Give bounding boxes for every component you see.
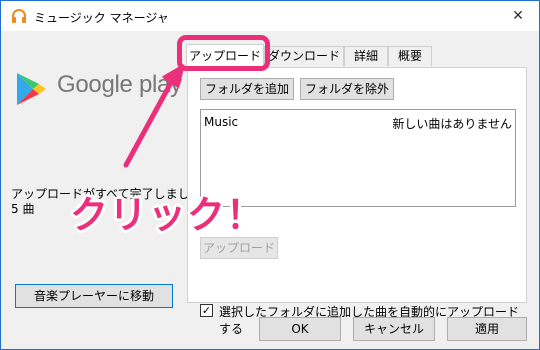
- close-button[interactable]: ✕: [503, 2, 533, 30]
- window-title: ミュージック マネージャ: [34, 11, 169, 25]
- title-bar: ミュージック マネージャ ✕: [1, 1, 539, 31]
- tab-details[interactable]: 詳細: [344, 46, 388, 66]
- tab-highlight-box: [177, 35, 270, 71]
- tab-download[interactable]: ダウンロード: [264, 46, 344, 66]
- apply-button[interactable]: 適用: [447, 317, 527, 341]
- tab-overview[interactable]: 概要: [388, 46, 432, 66]
- google-play-logo-text: Google play: [57, 71, 182, 98]
- remove-folder-button[interactable]: フォルダを除外: [300, 78, 394, 100]
- folder-status: 新しい曲はありません: [392, 117, 512, 131]
- app-window: ミュージック マネージャ ✕ Google play アップロードがすべて完了し…: [0, 0, 540, 350]
- go-to-player-button[interactable]: 音楽プレーヤーに移動: [15, 284, 173, 308]
- upload-count-text: 5 曲: [11, 202, 35, 216]
- add-folder-button[interactable]: フォルダを追加: [200, 78, 294, 100]
- google-play-logo-icon: [17, 73, 46, 105]
- click-callout: クリック！: [70, 193, 266, 237]
- folder-name: Music: [204, 115, 239, 129]
- headphones-icon: [12, 9, 26, 23]
- cancel-button[interactable]: キャンセル: [353, 317, 435, 341]
- ok-button[interactable]: OK: [259, 317, 341, 341]
- auto-upload-checkbox[interactable]: ✓: [200, 304, 213, 317]
- upload-button[interactable]: アップロード: [200, 237, 278, 259]
